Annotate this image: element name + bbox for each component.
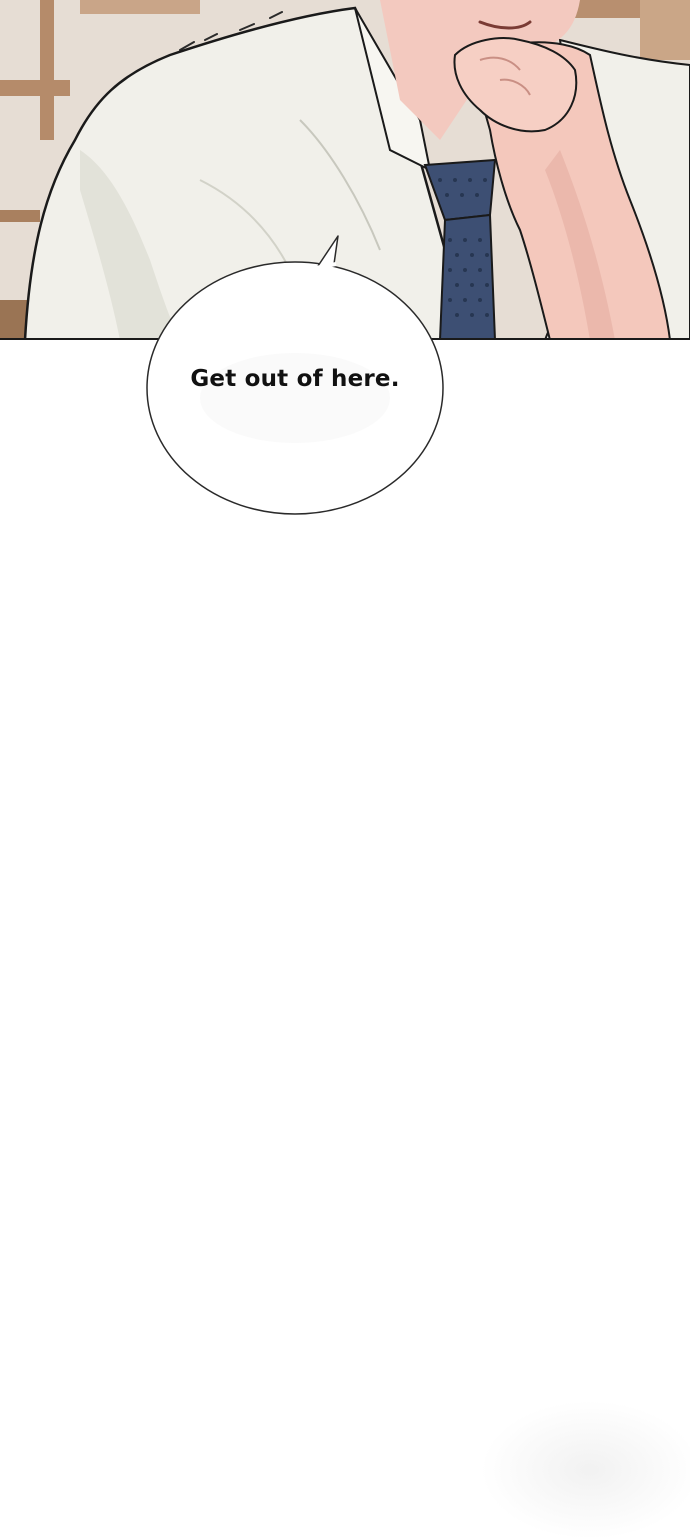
speech-bubble-text: Get out of here.: [190, 366, 400, 392]
wood-frame-post: [40, 0, 54, 140]
faint-smudge: [480, 1400, 690, 1540]
wood-frame-lower: [0, 210, 40, 222]
wood-frame-left: [0, 80, 70, 96]
wood-frame-right-post: [640, 0, 690, 60]
speech-bubble: Get out of here.: [140, 228, 450, 520]
wood-frame-top: [80, 0, 200, 14]
